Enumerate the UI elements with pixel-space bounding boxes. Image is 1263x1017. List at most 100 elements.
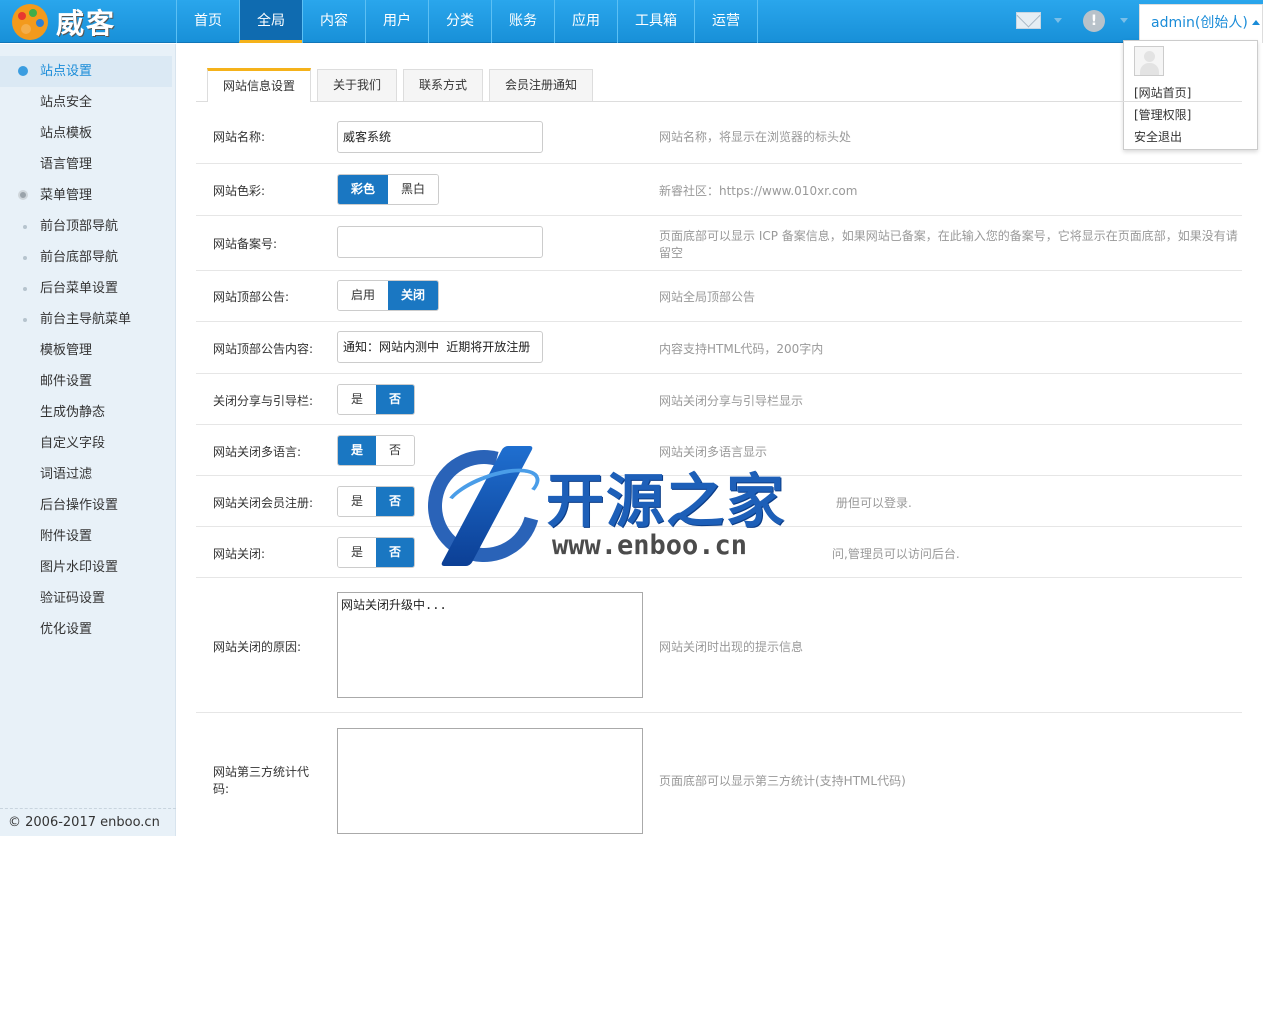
logo-icon [12, 4, 48, 40]
nav-item-2[interactable]: 内容 [302, 0, 365, 43]
toggle-option[interactable]: 彩色 [338, 175, 389, 204]
top-notice-content-label: 网站顶部公告内容: [213, 342, 314, 356]
mail-icon[interactable] [1016, 12, 1041, 29]
sidebar-item-label: 邮件设置 [40, 374, 93, 389]
sidebar-item-label: 站点设置 [40, 64, 93, 79]
row-icp: 网站备案号: 页面底部可以显示 ICP 备案信息，如果网站已备案，在此输入您的备… [196, 216, 1242, 271]
nav-item-5[interactable]: 账务 [491, 0, 554, 43]
site-color-label: 网站色彩: [213, 184, 266, 198]
close-multilang-toggle: 是否 [337, 435, 416, 466]
settings-tabs: 网站信息设置 关于我们 联系方式 会员注册通知 [196, 64, 1242, 102]
nav-item-8[interactable]: 运营 [694, 0, 758, 43]
nav-item-1[interactable]: 全局 [239, 0, 302, 43]
user-menu-button[interactable]: admin(创始人) [1139, 4, 1263, 43]
row-stat-code: 网站第三方统计代码: 页面底部可以显示第三方统计(支持HTML代码) [196, 713, 1242, 843]
caret-up-icon [1251, 20, 1260, 25]
toggle-option[interactable]: 否 [376, 385, 415, 414]
sidebar-item-12[interactable]: 自定义字段 [0, 428, 175, 459]
toggle-option[interactable]: 关闭 [388, 281, 439, 310]
sidebar-item-5[interactable]: 前台顶部导航 [0, 211, 175, 242]
sidebar-item-label: 后台操作设置 [40, 498, 119, 513]
sidebar-item-4[interactable]: 菜单管理 [0, 180, 175, 211]
sidebar-item-6[interactable]: 前台底部导航 [0, 242, 175, 273]
toggle-option[interactable]: 是 [338, 436, 377, 465]
icp-label: 网站备案号: [213, 237, 278, 251]
close-register-label: 网站关闭会员注册: [213, 496, 314, 510]
sidebar-item-9[interactable]: 模板管理 [0, 335, 175, 366]
sidebar-list: 站点设置站点安全站点模板语言管理菜单管理前台顶部导航前台底部导航 后台菜单设置前台… [0, 44, 175, 645]
sidebar-item-8[interactable]: 前台主导航菜单 [0, 304, 175, 335]
row-top-notice-content: 网站顶部公告内容: 通知：网站内测中 近期将开放注册 内容支持HTML代码，20… [196, 322, 1242, 374]
sidebar-item-label: 菜单管理 [40, 188, 93, 203]
sidebar-item-label: 后台菜单设置 [40, 281, 119, 296]
tab-1[interactable]: 关于我们 [317, 69, 398, 101]
mail-dropdown-caret-icon[interactable] [1054, 18, 1062, 23]
sidebar-item-1[interactable]: 站点安全 [0, 87, 175, 118]
sidebar-item-label: 模板管理 [40, 343, 93, 358]
sidebar-item-16[interactable]: 图片水印设置 [0, 552, 175, 583]
tab-2[interactable]: 联系方式 [403, 69, 484, 101]
sidebar-item-11[interactable]: 生成伪静态 [0, 397, 175, 428]
logo[interactable]: 威客 [12, 4, 172, 40]
toggle-option[interactable]: 启用 [338, 281, 389, 310]
sidebar-item-14[interactable]: 后台操作设置 [0, 490, 175, 521]
nav-item-0[interactable]: 首页 [176, 0, 239, 43]
top-notice-hint: 网站全局顶部公告 [659, 290, 756, 304]
sidebar-item-17[interactable]: 验证码设置 [0, 583, 175, 614]
watermark-url: www.enboo.cn [552, 530, 748, 561]
nav-item-7[interactable]: 工具箱 [617, 0, 694, 43]
copyright: © 2006-2017 enboo.cn [0, 808, 176, 836]
site-name-input[interactable]: 威客系统 [337, 121, 543, 153]
nav-item-4[interactable]: 分类 [428, 0, 491, 43]
logo-text: 威客 [56, 7, 117, 40]
toggle-option[interactable]: 否 [376, 538, 415, 567]
tab-0[interactable]: 网站信息设置 [207, 68, 312, 102]
close-reason-hint: 网站关闭时出现的提示信息 [659, 640, 804, 654]
top-notice-toggle: 启用 关闭 [337, 280, 440, 311]
app-root: 威客 首页 全局 内容 用户 分类 账务 应用 工具箱 运营 ! admin(创始人) [网站首… [0, 0, 1263, 1017]
toggle-option[interactable]: 否 [376, 436, 415, 465]
nav-item-3[interactable]: 用户 [365, 0, 428, 43]
sidebar-item-0[interactable]: 站点设置 [0, 56, 172, 87]
close-reason-textarea[interactable]: 网站关闭升级中... [337, 592, 643, 698]
stat-code-textarea[interactable] [337, 728, 643, 834]
row-site-color: 网站色彩: 彩色 黑白 新睿社区：https://www.010xr.com [196, 164, 1242, 216]
watermark-title: 开源之家 [546, 467, 787, 535]
sidebar-item-13[interactable]: 词语过滤 [0, 459, 175, 490]
tab-3[interactable]: 会员注册通知 [489, 69, 594, 101]
alert-icon[interactable]: ! [1083, 10, 1105, 32]
toggle-option[interactable]: 黑白 [388, 175, 439, 204]
sidebar-item-18[interactable]: 优化设置 [0, 614, 175, 645]
sidebar-item-label: 生成伪静态 [40, 405, 106, 420]
close-reason-label: 网站关闭的原因: [213, 640, 302, 654]
sidebar-item-15[interactable]: 附件设置 [0, 521, 175, 552]
sidebar-item-label: 前台底部导航 [40, 250, 119, 265]
toggle-option[interactable]: 是 [338, 487, 377, 516]
row-top-notice: 网站顶部公告: 启用 关闭 网站全局顶部公告 [196, 271, 1242, 322]
alert-dropdown-caret-icon[interactable] [1120, 18, 1128, 23]
sidebar-item-label: 附件设置 [40, 529, 93, 544]
sidebar-item-2[interactable]: 站点模板 [0, 118, 175, 149]
sidebar-item-10[interactable]: 邮件设置 [0, 366, 175, 397]
sidebar-item-label: 站点模板 [40, 126, 93, 141]
site-color-hint: 新睿社区：https://www.010xr.com [659, 184, 858, 198]
sidebar: 站点设置站点安全站点模板语言管理菜单管理前台顶部导航前台底部导航 后台菜单设置前台… [0, 44, 176, 836]
nav-item-6[interactable]: 应用 [554, 0, 617, 43]
bullet-icon [18, 190, 28, 200]
sidebar-item-label: 站点安全 [40, 95, 93, 110]
close-register-toggle: 是否 [337, 486, 416, 517]
sidebar-item-label: 验证码设置 [40, 591, 106, 606]
top-notice-content-input[interactable]: 通知：网站内测中 近期将开放注册 [337, 331, 543, 363]
user-label: admin(创始人) [1151, 15, 1248, 31]
close-register-hint: 册但可以登录. [836, 496, 912, 510]
toggle-option[interactable]: 是 [338, 538, 377, 567]
site-close-hint: 问,管理员可以访问后台. [832, 547, 960, 561]
row-site-name: 网站名称: 威客系统 网站名称，将显示在浏览器的标头处 [196, 104, 1242, 164]
icp-input[interactable] [337, 226, 543, 258]
toggle-option[interactable]: 是 [338, 385, 377, 414]
toggle-option[interactable]: 否 [376, 487, 415, 516]
top-notice-label: 网站顶部公告: [213, 290, 290, 304]
sidebar-item-7[interactable]: 后台菜单设置 [0, 273, 175, 304]
site-color-toggle: 彩色 黑白 [337, 174, 440, 205]
sidebar-item-3[interactable]: 语言管理 [0, 149, 175, 180]
